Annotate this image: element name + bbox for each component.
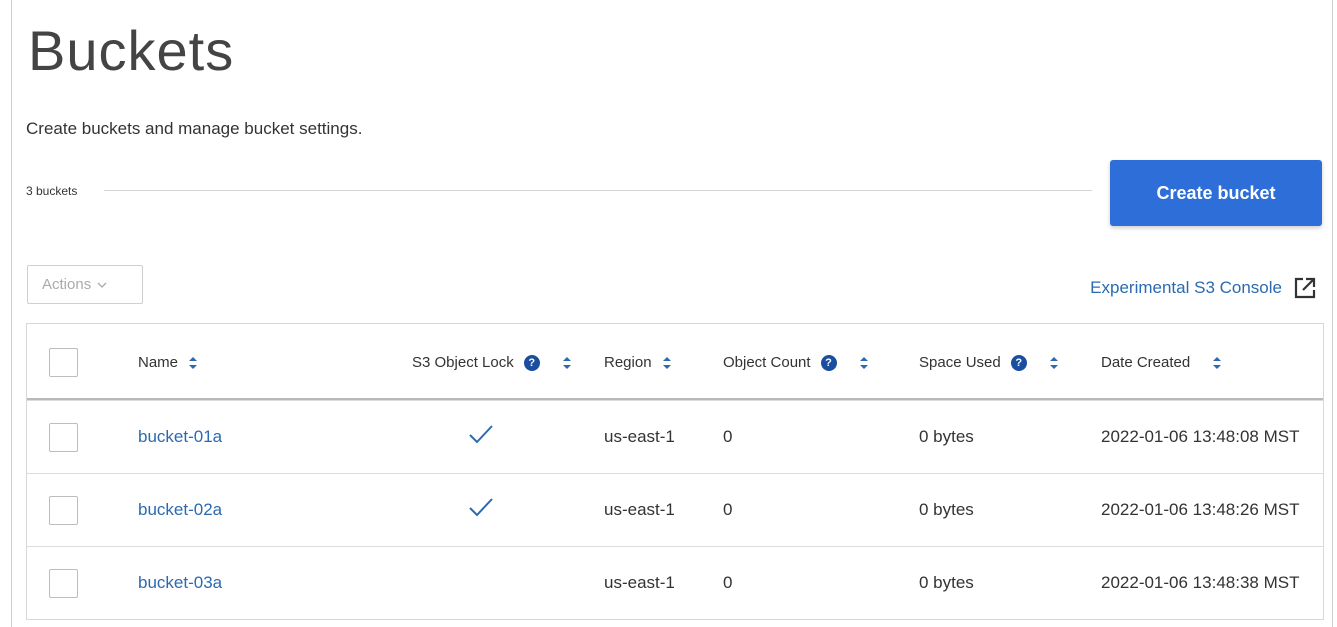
divider (104, 190, 1092, 191)
actions-dropdown[interactable]: Actions (27, 265, 143, 304)
column-header-object-lock[interactable]: S3 Object Lock ? (412, 354, 572, 371)
region-cell: us-east-1 (604, 573, 675, 592)
chevron-down-icon (97, 282, 107, 288)
region-cell: us-east-1 (604, 500, 675, 519)
header-label: Region (604, 354, 652, 371)
external-link-icon (1294, 277, 1316, 299)
sort-icon (1049, 356, 1058, 369)
help-icon[interactable]: ? (820, 354, 837, 371)
row-checkbox[interactable] (49, 496, 78, 525)
experimental-s3-console-link[interactable]: Experimental S3 Console (1090, 275, 1318, 301)
page-subtitle: Create buckets and manage bucket setting… (26, 119, 363, 138)
help-icon[interactable]: ? (1010, 354, 1027, 371)
column-header-object-count[interactable]: Object Count ? (723, 354, 869, 371)
date-created-cell: 2022-01-06 13:48:38 MST (1101, 573, 1300, 592)
date-created-cell: 2022-01-06 13:48:08 MST (1101, 427, 1300, 446)
sort-icon (1213, 356, 1222, 369)
create-bucket-button[interactable]: Create bucket (1110, 160, 1322, 226)
sort-icon (859, 356, 868, 369)
header-label: Object Count (723, 354, 811, 371)
space-used-cell: 0 bytes (919, 427, 974, 446)
row-checkbox[interactable] (49, 423, 78, 452)
column-header-region[interactable]: Region (604, 354, 672, 371)
space-used-cell: 0 bytes (919, 500, 974, 519)
header-label: S3 Object Lock (412, 354, 514, 371)
space-used-cell: 0 bytes (919, 573, 974, 592)
sort-icon (662, 356, 671, 369)
page-container: Buckets Create buckets and manage bucket… (11, 0, 1333, 627)
sort-icon (189, 356, 198, 369)
row-checkbox[interactable] (49, 569, 78, 598)
header-label: Name (138, 354, 179, 371)
bucket-name-link[interactable]: bucket-01a (138, 427, 222, 447)
header-label: Date Created (1101, 354, 1191, 371)
region-cell: us-east-1 (604, 427, 675, 446)
column-header-date-created[interactable]: Date Created (1101, 354, 1222, 371)
table-row: bucket-02a us-east-1 0 0 bytes 2022-01-0… (27, 473, 1323, 546)
object-count-cell: 0 (723, 500, 733, 519)
bucket-name-link[interactable]: bucket-02a (138, 500, 222, 520)
console-link-label: Experimental S3 Console (1090, 278, 1282, 297)
object-count-cell: 0 (723, 573, 733, 592)
date-created-cell: 2022-01-06 13:48:26 MST (1101, 500, 1300, 519)
help-icon[interactable]: ? (523, 354, 540, 371)
column-header-space-used[interactable]: Space Used ? (919, 354, 1059, 371)
column-header-name[interactable]: Name (138, 354, 198, 371)
table-header: Name S3 Object Lock ? Region Object Coun… (27, 324, 1323, 400)
table-row: bucket-01a us-east-1 0 0 bytes 2022-01-0… (27, 400, 1323, 473)
sort-icon (562, 356, 571, 369)
bucket-name-link[interactable]: bucket-03a (138, 573, 222, 593)
checkmark-icon (469, 425, 493, 444)
header-label: Space Used (919, 354, 1001, 371)
table-row: bucket-03a us-east-1 0 0 bytes 2022-01-0… (27, 546, 1323, 619)
object-count-cell: 0 (723, 427, 733, 446)
page-title: Buckets (28, 19, 235, 82)
checkmark-icon (469, 498, 493, 517)
bucket-count: 3 buckets (26, 184, 78, 198)
buckets-table: Name S3 Object Lock ? Region Object Coun… (26, 323, 1324, 620)
select-all-checkbox[interactable] (49, 348, 78, 377)
actions-label: Actions (42, 276, 92, 293)
